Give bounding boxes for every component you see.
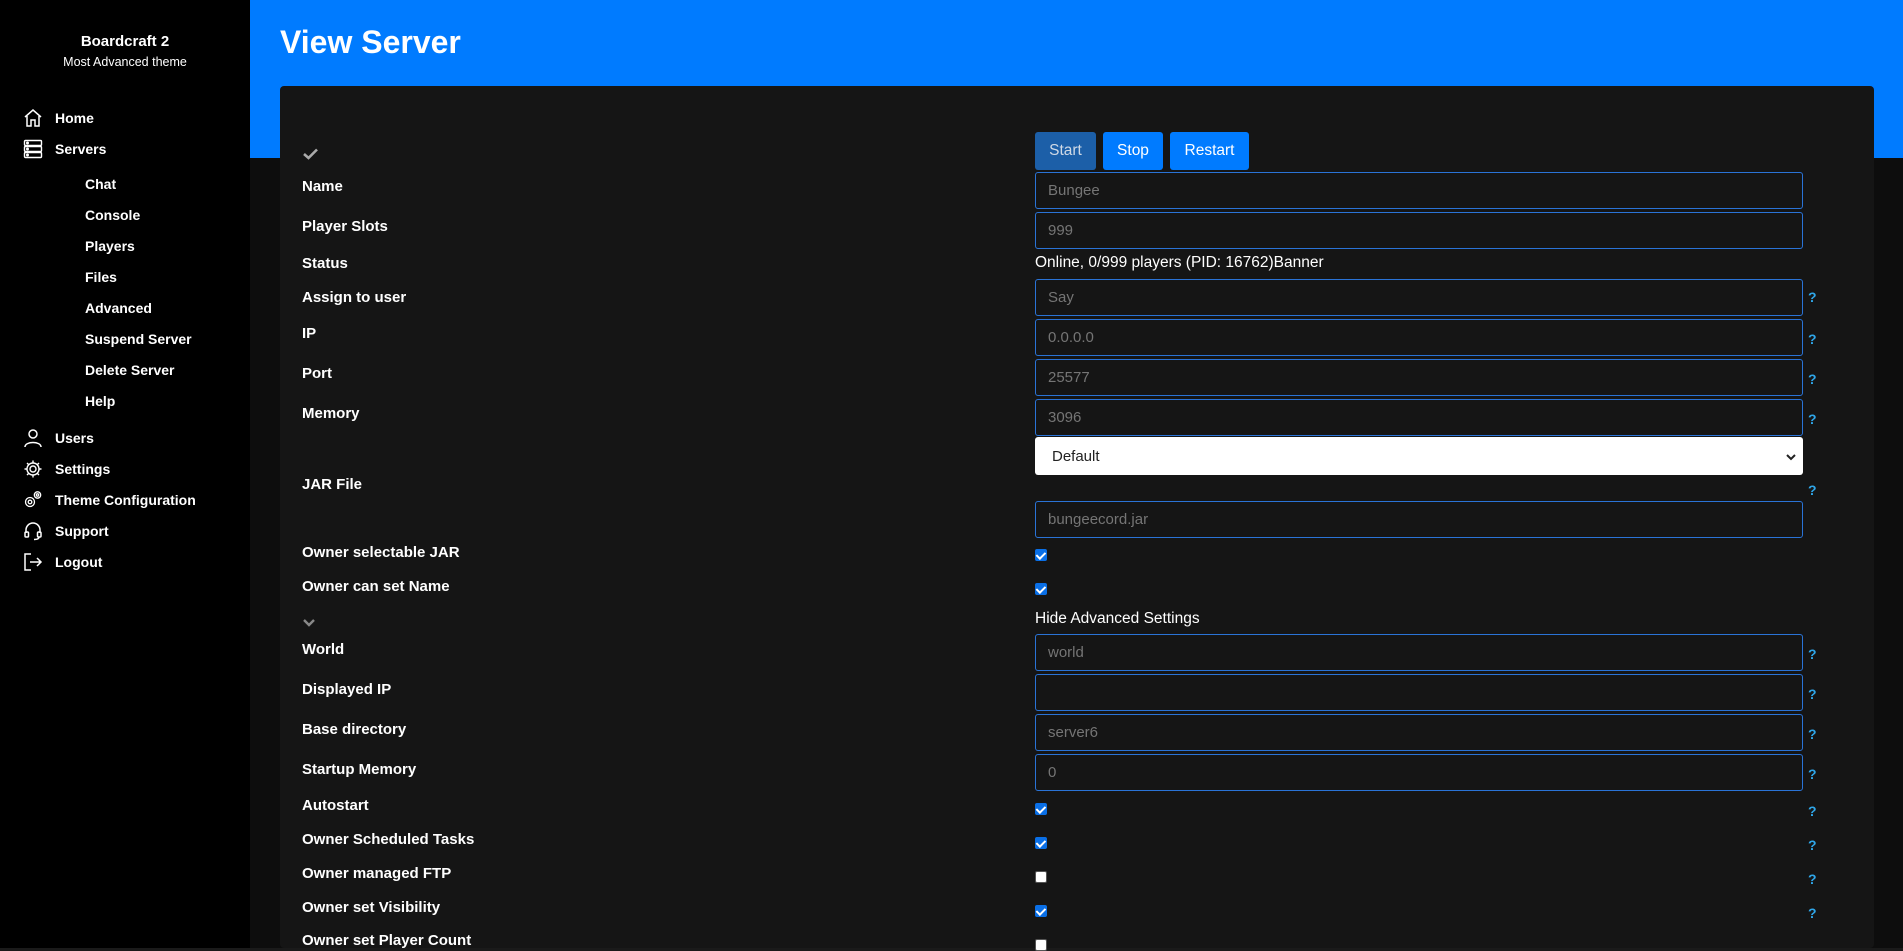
autostart-checkbox[interactable] — [1035, 803, 1047, 815]
sidebar-item-home[interactable]: Home — [22, 107, 94, 129]
player-slots-label: Player Slots — [302, 218, 388, 235]
displayed-ip-label: Displayed IP — [302, 681, 392, 698]
owner-scheduled-tasks-label: Owner Scheduled Tasks — [302, 831, 475, 848]
help-icon[interactable]: ? — [1808, 331, 1817, 347]
sidebar-item-label: Logout — [55, 554, 103, 570]
help-icon[interactable]: ? — [1808, 766, 1817, 782]
sidebar-item-theme-configuration[interactable]: Theme Configuration — [22, 489, 196, 511]
home-icon — [22, 107, 44, 129]
sidebar-item-settings[interactable]: Settings — [22, 458, 110, 480]
sidebar-subitem-files[interactable]: Files — [85, 269, 117, 285]
hide-advanced-settings-link[interactable]: Hide Advanced Settings — [1035, 610, 1200, 628]
assign-user-input[interactable] — [1035, 279, 1803, 316]
sidebar-subitem-players[interactable]: Players — [85, 238, 135, 254]
sidebar-item-logout[interactable]: Logout — [22, 551, 102, 573]
help-icon[interactable]: ? — [1808, 686, 1817, 702]
world-label: World — [302, 641, 345, 658]
sidebar-item-label: Support — [55, 523, 109, 539]
jar-file-select-value: Default — [1052, 447, 1100, 465]
help-icon[interactable]: ? — [1808, 837, 1817, 853]
startup-memory-input[interactable] — [1035, 754, 1803, 791]
help-icon[interactable]: ? — [1808, 905, 1817, 921]
owner-scheduled-tasks-checkbox[interactable] — [1035, 837, 1047, 849]
page-title: View Server — [280, 24, 461, 60]
sidebar-item-label: Users — [55, 430, 94, 446]
memory-input[interactable] — [1035, 399, 1803, 436]
brand-name: Boardcraft 2 — [80, 33, 170, 50]
autostart-label: Autostart — [302, 797, 369, 814]
base-directory-input[interactable] — [1035, 714, 1803, 751]
name-label: Name — [302, 178, 343, 195]
sidebar-subitem-advanced[interactable]: Advanced — [85, 300, 152, 316]
owner-managed-ftp-checkbox[interactable] — [1035, 871, 1047, 883]
sidebar-subitem-chat[interactable]: Chat — [85, 176, 116, 192]
gear-icon — [22, 458, 44, 480]
owner-set-player-count-checkbox[interactable] — [1035, 939, 1047, 951]
stop-button[interactable]: Stop — [1103, 132, 1163, 170]
ip-input[interactable] — [1035, 319, 1803, 356]
jar-file-select[interactable]: Default — [1035, 437, 1803, 475]
owner-set-name-checkbox[interactable] — [1035, 583, 1047, 595]
sidebar-item-label: Home — [55, 110, 94, 126]
help-icon[interactable]: ? — [1808, 371, 1817, 387]
checkmark-icon — [303, 147, 318, 165]
gears-icon — [22, 489, 44, 511]
restart-button[interactable]: Restart — [1170, 132, 1249, 170]
owner-set-name-label: Owner can set Name — [302, 578, 450, 595]
memory-label: Memory — [302, 405, 360, 422]
owner-managed-ftp-label: Owner managed FTP — [302, 865, 452, 882]
port-input[interactable] — [1035, 359, 1803, 396]
brand-subtitle: Most Advanced theme — [63, 55, 187, 69]
help-icon[interactable]: ? — [1808, 646, 1817, 662]
start-button[interactable]: Start — [1035, 132, 1096, 170]
owner-set-player-count-label: Owner set Player Count — [302, 932, 472, 949]
sidebar-subitem-delete-server[interactable]: Delete Server — [85, 362, 175, 378]
ip-label: IP — [302, 325, 317, 342]
world-input[interactable] — [1035, 634, 1803, 671]
help-icon[interactable]: ? — [1808, 411, 1817, 427]
headset-icon — [22, 520, 44, 542]
name-input[interactable] — [1035, 172, 1803, 209]
sidebar: Boardcraft 2 Most Advanced theme Home Se… — [0, 0, 250, 948]
help-icon[interactable]: ? — [1808, 289, 1817, 305]
startup-memory-label: Startup Memory — [302, 761, 417, 778]
assign-user-label: Assign to user — [302, 289, 407, 306]
owner-selectable-jar-label: Owner selectable JAR — [302, 544, 460, 561]
jar-file-input[interactable] — [1035, 501, 1803, 538]
help-icon[interactable]: ? — [1808, 871, 1817, 887]
sidebar-subitem-suspend-server[interactable]: Suspend Server — [85, 331, 192, 347]
status-label: Status — [302, 255, 348, 272]
chevron-down-icon — [1785, 450, 1797, 467]
base-directory-label: Base directory — [302, 721, 407, 738]
sidebar-item-users[interactable]: Users — [22, 427, 94, 449]
sidebar-item-servers[interactable]: Servers — [22, 138, 106, 160]
owner-set-visibility-label: Owner set Visibility — [302, 899, 441, 916]
owner-set-visibility-checkbox[interactable] — [1035, 905, 1047, 917]
sidebar-subitem-help[interactable]: Help — [85, 393, 115, 409]
status-value: Online, 0/999 players (PID: 16762)Banner — [1035, 254, 1324, 271]
jar-file-label: JAR File — [302, 476, 363, 493]
sidebar-item-support[interactable]: Support — [22, 520, 109, 542]
port-label: Port — [302, 365, 332, 382]
sidebar-item-label: Theme Configuration — [55, 492, 196, 508]
server-icon — [22, 138, 44, 160]
player-slots-input[interactable] — [1035, 212, 1803, 249]
logout-icon — [22, 551, 44, 573]
chevron-down-icon[interactable] — [302, 615, 316, 633]
displayed-ip-input[interactable] — [1035, 674, 1803, 711]
help-icon[interactable]: ? — [1808, 482, 1817, 498]
user-icon — [22, 427, 44, 449]
sidebar-subitem-console[interactable]: Console — [85, 207, 140, 223]
help-icon[interactable]: ? — [1808, 726, 1817, 742]
sidebar-item-label: Servers — [55, 141, 107, 157]
help-icon[interactable]: ? — [1808, 803, 1817, 819]
sidebar-item-label: Settings — [55, 461, 111, 477]
owner-selectable-jar-checkbox[interactable] — [1035, 549, 1047, 561]
